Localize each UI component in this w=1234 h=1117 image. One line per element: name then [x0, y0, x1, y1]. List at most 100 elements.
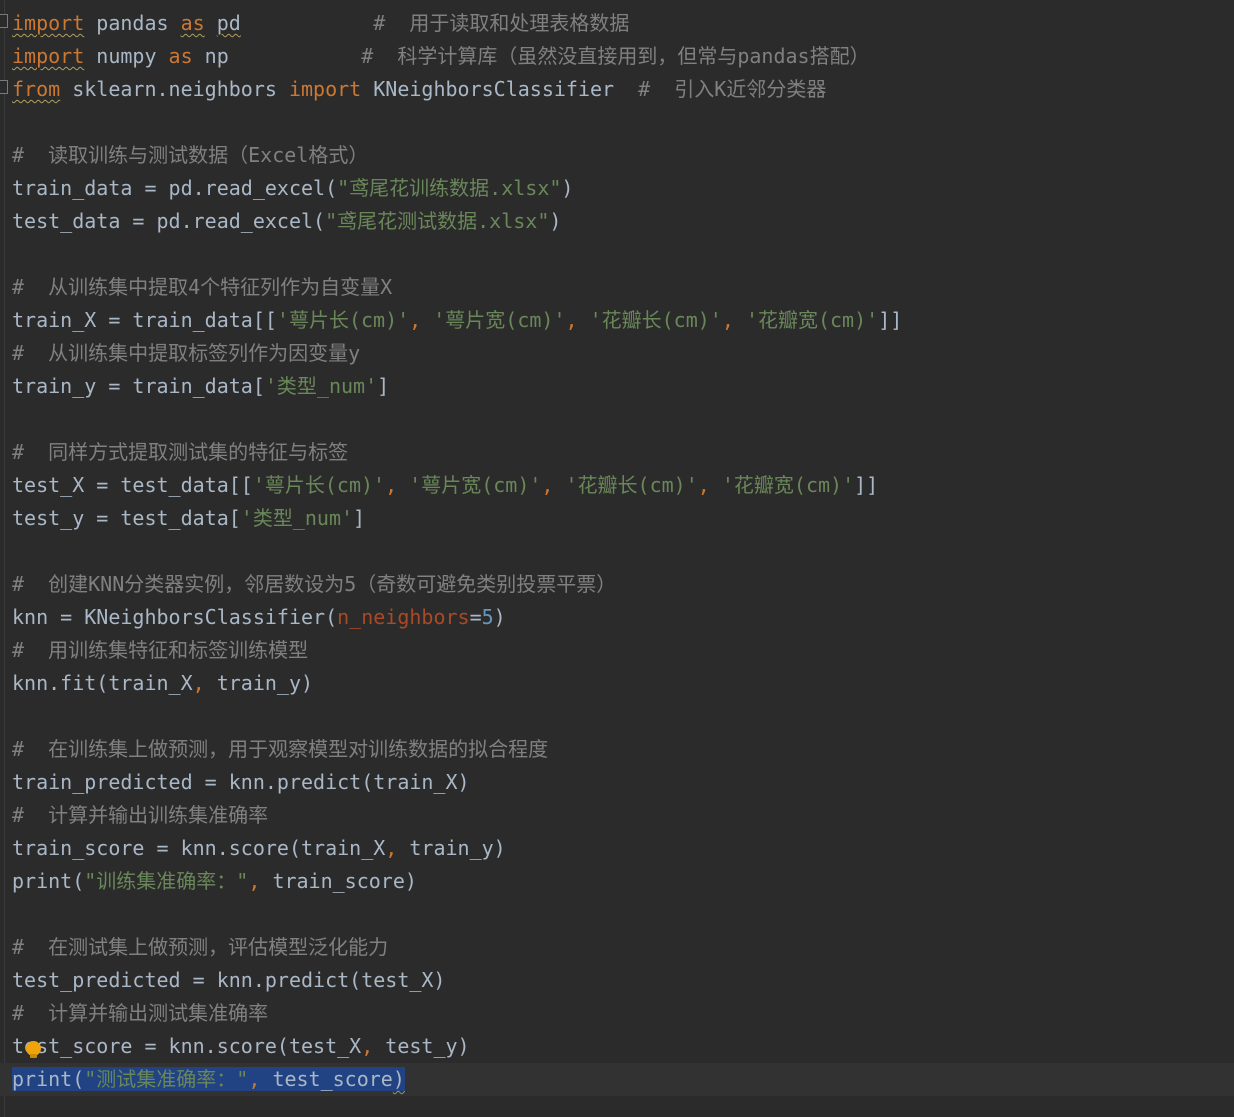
- code-line[interactable]: [0, 238, 1234, 271]
- code-line[interactable]: knn.fit(train_X, train_y): [0, 667, 1234, 700]
- code-token-plain: test_data = pd.read_excel(: [12, 209, 326, 233]
- code-line[interactable]: print("测试集准确率：", test_score): [0, 1063, 1234, 1096]
- code-token-plain: train_y = train_data[: [12, 374, 265, 398]
- code-token-kw: as: [168, 44, 193, 68]
- code-token-plain: np: [192, 44, 362, 68]
- code-token-plain: pd: [216, 11, 241, 35]
- code-token-kw: import: [288, 77, 362, 101]
- code-line[interactable]: train_X = train_data[['萼片长(cm)', '萼片宽(cm…: [0, 304, 1234, 337]
- code-token-punct: ,: [409, 308, 434, 332]
- code-line[interactable]: [0, 106, 1234, 139]
- code-token-plain: train_y): [216, 671, 314, 695]
- code-line[interactable]: [0, 700, 1234, 733]
- code-token-str: '萼片长(cm)': [276, 308, 410, 332]
- code-token-plain: test_y = test_data[: [12, 506, 241, 530]
- code-token-plain: test_score = knn.score(test_X: [12, 1034, 362, 1058]
- code-token-str: '萼片宽(cm)': [433, 308, 566, 332]
- code-token-str: '萼片宽(cm)': [409, 473, 542, 497]
- code-line[interactable]: # 计算并输出测试集准确率: [0, 997, 1234, 1030]
- code-line[interactable]: [0, 535, 1234, 568]
- code-line[interactable]: test_data = pd.read_excel("鸢尾花测试数据.xlsx"…: [0, 205, 1234, 238]
- code-line[interactable]: [0, 403, 1234, 436]
- lightbulb-icon[interactable]: [26, 1041, 41, 1058]
- code-line[interactable]: # 用训练集特征和标签训练模型: [0, 634, 1234, 667]
- code-token-plain: train_score = knn.score(train_X: [12, 836, 386, 860]
- code-line[interactable]: # 在训练集上做预测，用于观察模型对训练数据的拟合程度: [0, 733, 1234, 766]
- code-line[interactable]: import numpy as np # 科学计算库（虽然没直接用到，但常与pa…: [0, 40, 1234, 73]
- code-token-plain: train_score): [272, 869, 417, 893]
- code-token-plain: train_data = pd.read_excel(: [12, 176, 338, 200]
- code-token-com: # 创建KNN分类器实例，邻居数设为5（奇数可避免类别投票平票）: [12, 572, 617, 596]
- code-line[interactable]: from sklearn.neighbors import KNeighbors…: [0, 73, 1234, 106]
- code-token-plain: =: [469, 605, 482, 629]
- code-token-plain: knn.fit(train_X: [12, 671, 193, 695]
- code-token-plain: sklearn.neighbors: [60, 77, 289, 101]
- code-line[interactable]: # 从训练集中提取4个特征列作为自变量X: [0, 271, 1234, 304]
- code-token-plain: test_X = test_data[[: [12, 473, 253, 497]
- code-lines[interactable]: import pandas as pd # 用于读取和处理表格数据 import …: [0, 7, 1234, 1096]
- code-token-str: "测试集准确率：": [84, 1067, 249, 1091]
- code-line[interactable]: # 创建KNN分类器实例，邻居数设为5（奇数可避免类别投票平票）: [0, 568, 1234, 601]
- code-line[interactable]: # 在测试集上做预测，评估模型泛化能力: [0, 931, 1234, 964]
- code-token-kw: as: [180, 11, 205, 35]
- code-token-str: '类型_num': [240, 506, 354, 530]
- code-token-punct: ,: [385, 836, 410, 860]
- code-token-kw: import: [12, 11, 85, 35]
- code-token-com: # 读取训练与测试数据（Excel格式）: [12, 143, 369, 167]
- code-line[interactable]: train_predicted = knn.predict(train_X): [0, 766, 1234, 799]
- code-token-plain: ]]: [878, 308, 903, 332]
- code-line[interactable]: test_X = test_data[['萼片长(cm)', '萼片宽(cm)'…: [0, 469, 1234, 502]
- code-token-plain: test_predicted = knn.predict(test_X): [12, 968, 446, 992]
- code-token-punct: ,: [361, 1034, 386, 1058]
- code-line[interactable]: test_score = knn.score(test_X, test_y): [0, 1030, 1234, 1063]
- code-token-str: "鸢尾花测试数据.xlsx": [325, 209, 550, 233]
- code-token-punct: ,: [385, 473, 410, 497]
- code-line[interactable]: print("训练集准确率：", train_score): [0, 865, 1234, 898]
- code-token-kw: from: [12, 77, 61, 101]
- code-token-punct: ,: [697, 473, 722, 497]
- code-token-plain: train_y): [409, 836, 506, 860]
- code-token-com: # 引入K近邻分类器: [638, 77, 827, 101]
- code-token-plain: ): [549, 209, 562, 233]
- code-line[interactable]: knn = KNeighborsClassifier(n_neighbors=5…: [0, 601, 1234, 634]
- code-line[interactable]: # 从训练集中提取标签列作为因变量y: [0, 337, 1234, 370]
- code-token-punct: ,: [248, 1067, 273, 1091]
- code-token-plain: test_y): [385, 1034, 470, 1058]
- code-token-punct: ,: [721, 308, 746, 332]
- code-editor[interactable]: import pandas as pd # 用于读取和处理表格数据 import …: [0, 0, 1234, 1117]
- code-line[interactable]: # 计算并输出训练集准确率: [0, 799, 1234, 832]
- code-token-str: '花瓣宽(cm)': [721, 473, 855, 497]
- code-line[interactable]: # 同样方式提取测试集的特征与标签: [0, 436, 1234, 469]
- code-token-com: # 用于读取和处理表格数据: [373, 11, 630, 35]
- code-token-plain: ): [561, 176, 574, 200]
- code-token-plain: print(: [12, 869, 85, 893]
- code-token-plain: test_score: [272, 1067, 393, 1091]
- code-token-str: '类型_num': [264, 374, 378, 398]
- code-token-plain: train_predicted = knn.predict(train_X): [12, 770, 470, 794]
- code-line[interactable]: [0, 898, 1234, 931]
- code-token-plain: pandas: [84, 11, 181, 35]
- code-line[interactable]: test_predicted = knn.predict(test_X): [0, 964, 1234, 997]
- code-token-plain: ]: [377, 374, 390, 398]
- code-token-param: n_neighbors: [337, 605, 470, 629]
- code-line[interactable]: train_data = pd.read_excel("鸢尾花训练数据.xlsx…: [0, 172, 1234, 205]
- code-line[interactable]: train_y = train_data['类型_num']: [0, 370, 1234, 403]
- code-token-com: # 科学计算库（虽然没直接用到，但常与pandas搭配）: [361, 44, 870, 68]
- code-token-str: '萼片长(cm)': [252, 473, 386, 497]
- code-token-com: # 计算并输出训练集准确率: [12, 803, 269, 827]
- code-token-com: # 在训练集上做预测，用于观察模型对训练数据的拟合程度: [12, 737, 549, 761]
- code-token-com: # 在测试集上做预测，评估模型泛化能力: [12, 935, 389, 959]
- code-token-plain: ): [392, 1067, 405, 1091]
- code-token-com: # 同样方式提取测试集的特征与标签: [12, 440, 349, 464]
- code-line[interactable]: # 读取训练与测试数据（Excel格式）: [0, 139, 1234, 172]
- code-token-com: # 从训练集中提取标签列作为因变量y: [12, 341, 361, 365]
- code-token-str: "鸢尾花训练数据.xlsx": [337, 176, 562, 200]
- code-token-punct: ,: [565, 308, 590, 332]
- code-token-plain: ]: [353, 506, 366, 530]
- code-line[interactable]: test_y = test_data['类型_num']: [0, 502, 1234, 535]
- code-token-com: # 从训练集中提取4个特征列作为自变量X: [12, 275, 393, 299]
- code-token-plain: numpy: [84, 44, 169, 68]
- code-line[interactable]: import pandas as pd # 用于读取和处理表格数据: [0, 7, 1234, 40]
- code-line[interactable]: train_score = knn.score(train_X, train_y…: [0, 832, 1234, 865]
- code-token-str: '花瓣长(cm)': [589, 308, 722, 332]
